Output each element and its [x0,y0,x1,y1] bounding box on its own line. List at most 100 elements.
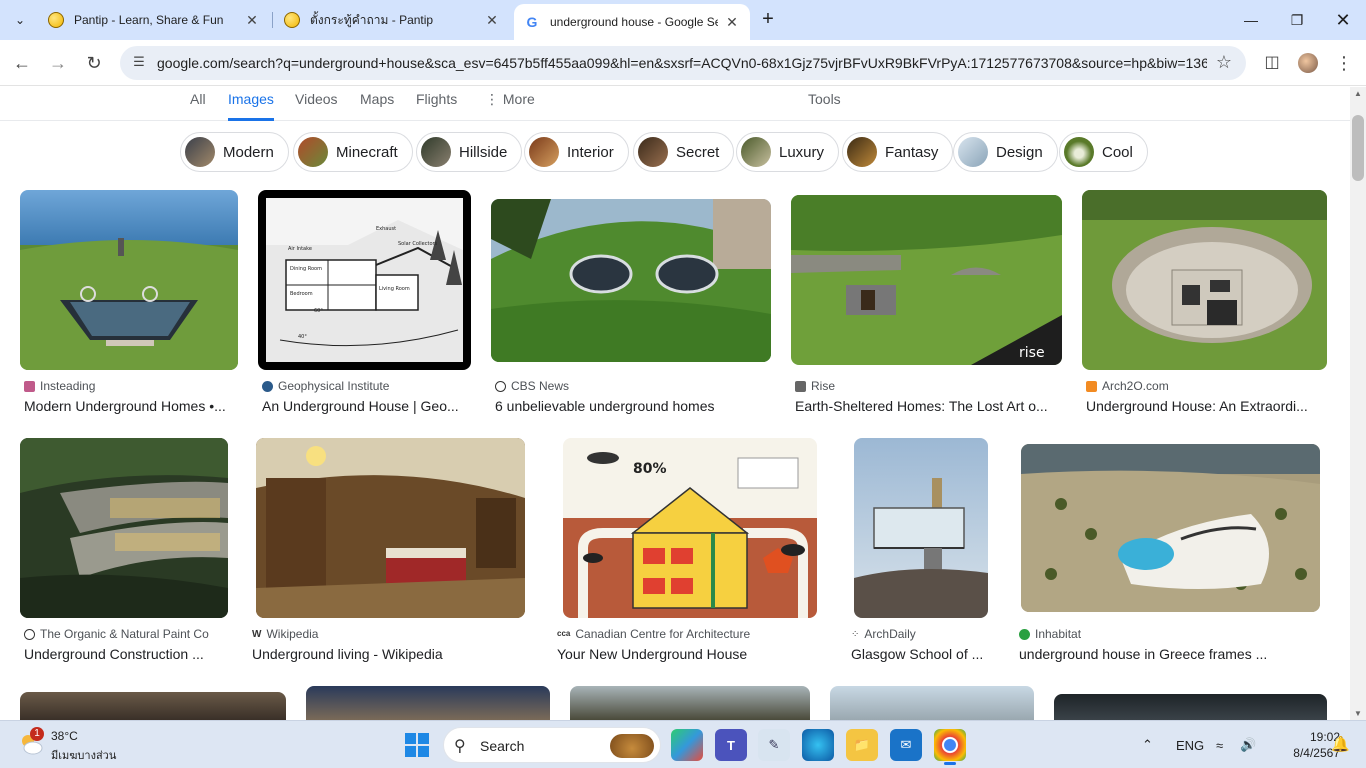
nav-videos[interactable]: Videos [295,91,338,121]
image-result[interactable]: 80% cca Canadian Centre for Architecture … [553,438,827,668]
chip-minecraft[interactable]: Minecraft [293,132,413,172]
result-image[interactable] [1021,444,1320,612]
image-result[interactable]: rise Rise Earth-Sheltered Homes: The Los… [791,190,1062,420]
result-source[interactable]: cca Canadian Centre for Architecture [557,627,750,641]
forward-arrow-icon[interactable]: → [44,49,72,77]
result-title[interactable]: underground house in Greece frames ... [1019,646,1319,662]
edge-icon[interactable] [802,729,834,761]
tab-search-button[interactable]: ⌄ [8,8,32,32]
scroll-down-arrow-icon[interactable]: ▼ [1354,709,1362,718]
close-tab-icon[interactable]: ✕ [244,12,260,28]
bookmark-star-icon[interactable]: ☆ [1216,52,1232,73]
image-result[interactable]: ⁘ ArchDaily Glasgow School of ... [847,438,993,668]
image-result[interactable]: Arch2O.com Underground House: An Extraor… [1082,190,1327,420]
weather-widget[interactable]: 1 38°C มีเมฆบางส่วน [0,721,120,768]
image-result-partial[interactable] [830,686,1034,720]
image-result[interactable]: Insteading Modern Underground Homes •... [20,190,238,420]
result-title[interactable]: Your New Underground House [557,646,827,662]
show-hidden-icons-chevron-icon[interactable]: ⌃ [1142,721,1153,768]
image-result[interactable]: Inhabitat underground house in Greece fr… [1015,438,1327,668]
result-image[interactable] [20,190,238,370]
scroll-up-arrow-icon[interactable]: ▲ [1354,89,1362,98]
file-explorer-icon[interactable]: 📁 [846,729,878,761]
result-title[interactable]: Underground House: An Extraordi... [1086,398,1327,414]
nav-images[interactable]: Images [228,91,274,121]
close-tab-icon[interactable]: ✕ [724,14,740,30]
back-arrow-icon[interactable]: ← [8,49,36,77]
profile-avatar[interactable] [1294,49,1322,77]
chip-hillside[interactable]: Hillside [416,132,523,172]
page-scrollbar[interactable]: ▲ ▼ [1350,87,1366,720]
result-image[interactable]: Air Intake Exhaust Solar Collectors Dini… [258,190,471,370]
result-source[interactable]: The Organic & Natural Paint Co [24,627,209,641]
result-image[interactable]: rise [791,195,1062,365]
result-title[interactable]: 6 unbelievable underground homes [495,398,771,414]
new-tab-button[interactable]: + [756,8,780,32]
image-result-partial[interactable] [306,686,550,720]
image-result-partial[interactable] [570,686,810,720]
result-source[interactable]: CBS News [495,379,569,393]
image-result[interactable]: Air Intake Exhaust Solar Collectors Dini… [258,190,471,420]
input-language[interactable]: ENG [1176,721,1204,768]
minimize-button[interactable]: — [1228,0,1274,40]
url-text[interactable]: google.com/search?q=underground+house&sc… [157,55,1207,71]
result-title[interactable]: Underground living - Wikipedia [252,646,533,662]
chip-interior[interactable]: Interior [524,132,629,172]
result-source[interactable]: W Wikipedia [252,627,318,641]
result-title[interactable]: Modern Underground Homes •... [24,398,238,414]
result-title[interactable]: Underground Construction ... [24,646,228,662]
tab-pantip-question[interactable]: ตั้งกระทู้คำถาม - Pantip ✕ [274,6,510,34]
result-title[interactable]: Glasgow School of ... [851,646,993,662]
close-tab-icon[interactable]: ✕ [484,12,500,28]
wifi-icon[interactable]: ≈ [1216,721,1223,768]
chip-cool[interactable]: Cool [1059,132,1148,172]
result-source[interactable]: Insteading [24,379,95,393]
result-title[interactable]: An Underground House | Geo... [262,398,471,414]
close-window-button[interactable]: ✕ [1320,0,1366,40]
nav-more[interactable]: ⋮ More [485,91,535,121]
result-title[interactable]: Earth-Sheltered Homes: The Lost Art o... [795,398,1062,414]
result-source[interactable]: Arch2O.com [1086,379,1169,393]
tab-pantip-home[interactable]: Pantip - Learn, Share & Fun ✕ [38,6,270,34]
result-image[interactable] [20,438,228,618]
result-image[interactable] [491,199,771,362]
nav-all[interactable]: All [190,91,206,121]
result-source[interactable]: Inhabitat [1019,627,1081,641]
result-image[interactable] [854,438,988,618]
tab-google-search-active[interactable]: G underground house - Google Search ✕ [514,4,750,40]
chip-modern[interactable]: Modern [180,132,289,172]
nav-maps[interactable]: Maps [360,91,394,121]
chip-luxury[interactable]: Luxury [736,132,840,172]
restore-button[interactable]: ❐ [1274,0,1320,40]
teams-icon[interactable]: T [715,729,747,761]
nav-flights[interactable]: Flights [416,91,457,121]
chip-fantasy[interactable]: Fantasy [842,132,954,172]
result-source[interactable]: Rise [795,379,835,393]
taskbar-search[interactable]: ⚲ Search [443,727,661,763]
side-panel-icon[interactable]: ◫ [1258,49,1286,77]
image-result-partial[interactable] [20,692,286,720]
image-result[interactable]: The Organic & Natural Paint Co Undergrou… [20,438,228,668]
notepad-icon[interactable]: ✎ [758,729,790,761]
image-result[interactable]: W Wikipedia Underground living - Wikipedi… [248,438,533,668]
volume-icon[interactable]: 🔊 [1240,721,1256,768]
image-result[interactable]: CBS News 6 unbelievable underground home… [491,190,771,420]
reload-icon[interactable]: ↻ [80,49,108,77]
address-bar[interactable]: ☰ google.com/search?q=underground+house&… [120,46,1246,80]
nav-tools[interactable]: Tools [808,91,841,121]
result-source[interactable]: ⁘ ArchDaily [851,627,916,641]
notification-bell-icon[interactable]: 🔔 [1331,735,1350,753]
result-source[interactable]: Geophysical Institute [262,379,389,393]
copilot-icon[interactable] [671,729,703,761]
scrollbar-thumb[interactable] [1352,115,1364,181]
chip-design[interactable]: Design [953,132,1058,172]
chrome-icon[interactable] [934,729,966,765]
result-image[interactable] [1082,190,1327,370]
result-image[interactable]: 80% [563,438,817,618]
chip-secret[interactable]: Secret [633,132,735,172]
result-image[interactable] [256,438,525,618]
site-info-icon[interactable]: ☰ [130,54,148,72]
image-result-partial[interactable] [1054,694,1327,720]
mail-icon[interactable]: ✉ [890,729,922,761]
browser-menu-icon[interactable]: ⋮ [1330,49,1358,77]
